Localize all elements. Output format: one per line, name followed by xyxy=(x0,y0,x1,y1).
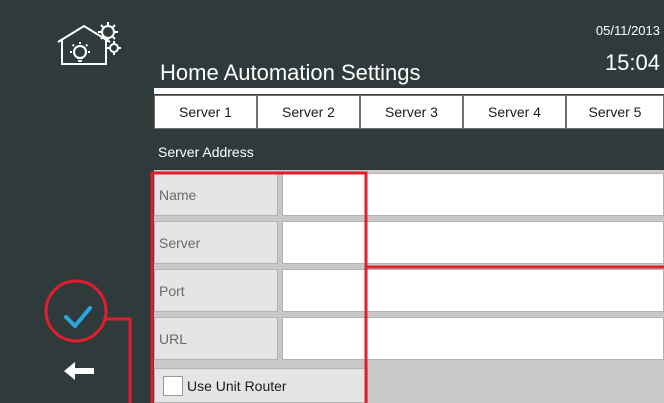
annotation-circle xyxy=(44,279,108,343)
annotation-leader xyxy=(105,317,132,403)
annotation-box xyxy=(150,171,368,403)
annotation-overlay xyxy=(44,171,664,403)
